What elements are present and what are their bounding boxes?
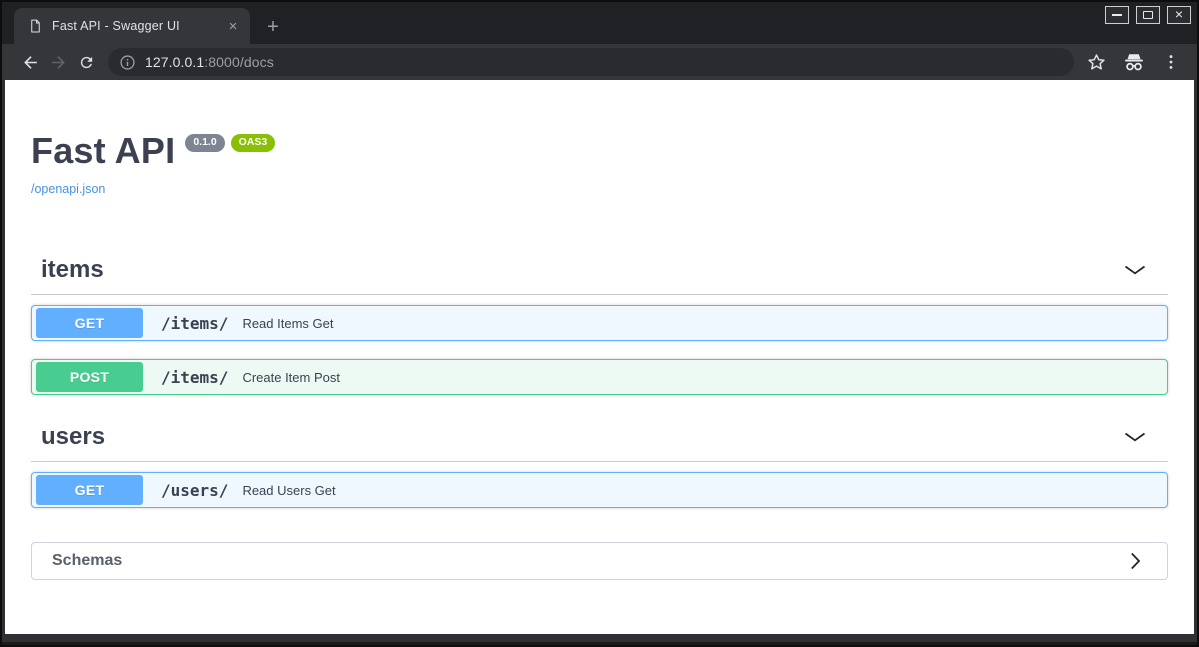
tag-header-users[interactable]: users [31,413,1168,462]
api-info: Fast API 0.1.0 OAS3 /openapi.json [31,133,1168,198]
version-badge: 0.1.0 [185,134,225,152]
menu-icon[interactable] [1161,52,1181,72]
site-info-icon[interactable] [119,54,136,71]
bookmark-star-icon[interactable] [1086,52,1107,73]
tag-header-items[interactable]: items [31,246,1168,295]
back-button[interactable] [16,48,44,76]
window-titlebar: Fast API - Swagger UI × + × [2,2,1197,44]
operation-summary: Read Users Get [242,482,336,498]
maximize-button[interactable] [1136,6,1160,24]
minimize-icon [1112,14,1122,16]
page-title: Fast API [31,130,176,171]
forward-button[interactable] [44,48,72,76]
schemas-label: Schemas [52,552,123,569]
operation-path: /users/ [161,480,229,500]
tag-section-items: items GET /items/ Read Items Get POST /i… [31,246,1168,395]
reload-button[interactable] [72,48,100,76]
openapi-spec-link[interactable]: /openapi.json [31,182,105,196]
operation-path: /items/ [161,367,229,387]
operation-row[interactable]: GET /users/ Read Users Get [31,472,1168,508]
tab-close-icon[interactable]: × [224,17,242,35]
tag-name: items [41,256,104,283]
back-arrow-icon [23,55,37,69]
close-icon: × [1174,6,1184,22]
tab-title: Fast API - Swagger UI [52,19,180,33]
page-favicon-icon [28,18,43,34]
toolbar-right [1086,50,1185,74]
browser-tab[interactable]: Fast API - Swagger UI × [14,8,250,44]
browser-toolbar: 127.0.0.1:8000/docs [2,44,1197,80]
maximize-icon [1143,11,1153,19]
operation-row[interactable]: GET /items/ Read Items Get [31,305,1168,341]
chevron-down-icon[interactable] [1124,432,1146,442]
chevron-right-icon[interactable] [1130,552,1141,570]
schemas-section[interactable]: Schemas [31,542,1168,580]
operation-summary: Create Item Post [242,369,340,385]
new-tab-button[interactable]: + [260,14,286,40]
url-host: 127.0.0.1 [145,54,205,70]
url-path: :8000/docs [204,54,274,70]
method-badge: GET [36,475,143,505]
tag-section-users: users GET /users/ Read Users Get [31,413,1168,508]
method-badge: POST [36,362,143,392]
operation-summary: Read Items Get [242,315,334,331]
method-badge: GET [36,308,143,338]
page-content: Fast API 0.1.0 OAS3 /openapi.json items [5,80,1194,634]
window-controls: × [1105,6,1191,24]
operation-row[interactable]: POST /items/ Create Item Post [31,359,1168,395]
chevron-down-icon[interactable] [1124,265,1146,275]
operation-path: /items/ [161,313,229,333]
incognito-icon[interactable] [1122,50,1146,74]
window-frame-bottom [2,642,1197,645]
forward-arrow-icon [51,55,65,69]
address-bar[interactable]: 127.0.0.1:8000/docs [108,48,1074,76]
close-button[interactable]: × [1167,6,1191,24]
reload-icon [80,56,92,68]
tag-name: users [41,423,106,450]
minimize-button[interactable] [1105,6,1129,24]
url-text: 127.0.0.1:8000/docs [145,54,274,70]
oas3-badge: OAS3 [230,134,276,152]
